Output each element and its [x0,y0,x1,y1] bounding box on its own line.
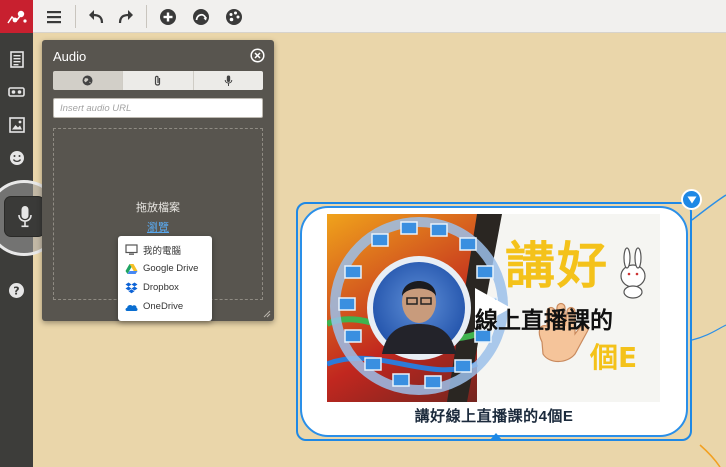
image-icon [8,117,25,133]
toolbar-divider [146,5,147,28]
app-logo[interactable] [0,0,33,33]
topic-collapse-handle[interactable] [681,189,702,210]
topic-bottom-handle[interactable] [490,433,502,440]
drop-label: 拖放檔案 [136,202,180,214]
sidebar-item-help[interactable]: ? [0,276,33,304]
redo-icon [118,10,133,24]
curve-arrow-icon [193,9,209,25]
onedrive-icon [125,301,138,313]
paperclip-icon [155,75,161,86]
sidebar-item-icons[interactable] [0,144,33,172]
panel-title: Audio [53,49,87,64]
toolbar-divider [75,5,76,28]
palette-icon [226,9,242,25]
plus-circle-icon [160,9,176,25]
topic-caption[interactable]: 講好線上直播課的4個E [300,405,688,426]
relationship-button[interactable] [189,5,213,29]
sidebar-item-image[interactable] [0,111,33,139]
audio-url-input[interactable] [53,98,263,118]
microphone-icon [17,205,32,227]
menu-item-label: Google Drive [143,263,199,274]
thumbnail-title-tail: 個E [590,341,638,374]
tab-record[interactable] [193,71,263,90]
close-button[interactable] [250,48,265,63]
top-toolbar [0,0,726,33]
resize-grip-icon[interactable] [263,310,271,318]
branch-connectors [691,194,726,467]
hamburger-icon [47,11,61,24]
sidebar-item-notes[interactable] [0,45,33,73]
theme-button[interactable] [222,5,246,29]
menu-item-label: Dropbox [143,282,179,293]
microphone-icon [224,75,233,86]
google-drive-icon [125,263,138,275]
add-topic-button[interactable] [156,5,180,29]
close-icon [250,48,265,63]
document-icon [9,50,24,68]
menu-item-label: OneDrive [143,301,184,312]
menu-item-my-computer[interactable]: 我的電腦 [118,240,212,259]
dropbox-icon [125,282,138,294]
thumbnail-title-sub: 線上直播課的 [475,308,613,334]
triangle-down-icon [687,196,696,203]
thumbnail-title-main: 講好 [505,237,609,295]
link-icon [8,87,25,97]
computer-icon [125,243,138,256]
smiley-icon [9,151,24,165]
redo-button[interactable] [113,5,137,29]
help-icon: ? [9,282,24,298]
undo-button[interactable] [85,5,109,29]
menu-button[interactable] [42,5,66,29]
svg-text:?: ? [13,284,19,297]
menu-item-dropbox[interactable]: Dropbox [118,278,212,297]
mindomo-logo-icon [6,10,27,23]
browse-link[interactable]: 瀏覽 [54,219,262,235]
tab-attachment[interactable] [123,71,194,90]
sidebar-item-audio[interactable] [5,197,44,236]
undo-icon [89,10,104,24]
tab-web[interactable] [53,71,124,90]
menu-item-onedrive[interactable]: OneDrive [118,297,212,316]
globe-icon [82,75,93,86]
source-tabs [53,71,263,90]
video-thumbnail[interactable]: 講好 線上直播課的 個E [327,214,660,402]
upload-source-menu: 我的電腦 Google Drive Dropbox OneDrive [118,236,212,321]
sidebar-item-link[interactable] [0,78,33,106]
menu-item-label: 我的電腦 [143,245,182,257]
menu-item-google-drive[interactable]: Google Drive [118,259,212,278]
